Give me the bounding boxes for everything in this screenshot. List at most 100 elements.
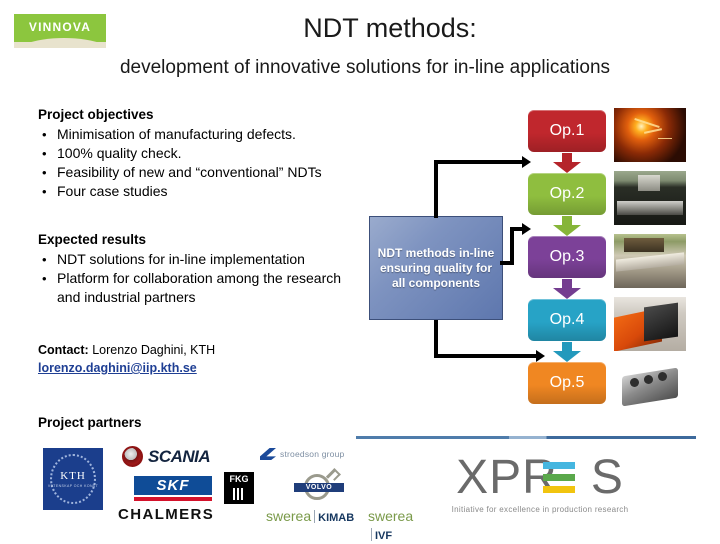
- contact-block: Contact: Lorenzo Daghini, KTH lorenzo.da…: [38, 342, 368, 377]
- op-arrow-3-to-4: [553, 279, 581, 299]
- photo-fill: [614, 108, 686, 162]
- swerea-ivf-logo-sub: IVF: [375, 530, 393, 542]
- partners-heading-block: Project partners: [38, 414, 368, 433]
- stroedson-mark-icon: [260, 448, 276, 460]
- scania-logo-text: SCANIA: [148, 447, 211, 466]
- machine-head: [624, 238, 664, 252]
- photo-fill: [614, 297, 686, 351]
- op-box-1-label: Op.1: [549, 122, 585, 139]
- op-box-2[interactable]: Op.2: [528, 173, 606, 215]
- page-title: NDT methods:: [303, 13, 477, 43]
- page-subtitle: development of innovative solutions for …: [119, 57, 611, 78]
- volvo-logo-text: VOLVO: [305, 484, 333, 491]
- op-arrow-2-to-3: [553, 216, 581, 236]
- op-arrow-1-to-2: [553, 153, 581, 173]
- photo-fill: [614, 171, 686, 225]
- ndt-center-box: NDT methods in-line ensuring quality for…: [369, 216, 503, 320]
- xpres-divider: [356, 436, 696, 439]
- skf-logo-text: SKF: [156, 477, 190, 494]
- list-item: • 100% quality check.: [38, 144, 388, 163]
- op-box-3[interactable]: Op.3: [528, 236, 606, 278]
- swerea-divider: [314, 510, 316, 523]
- xpres-wordmark: XPRES: [425, 454, 655, 502]
- spark: [643, 128, 663, 134]
- slide-root: VINNOVA NDT methods: development of inno…: [0, 0, 720, 542]
- kth-logo-sub: VETENSKAP OCH KONST: [47, 484, 99, 488]
- op-box-5-label: Op.5: [549, 374, 585, 391]
- list-item-label: Minimisation of manufacturing defects.: [57, 126, 296, 142]
- kth-logo: KTH VETENSKAP OCH KONST: [43, 448, 103, 510]
- objectives-list: • Minimisation of manufacturing defects. …: [38, 125, 388, 201]
- tool-head: [638, 175, 660, 191]
- spark: [658, 138, 672, 139]
- op-box-5[interactable]: Op.5: [528, 362, 606, 404]
- skf-logo: SKF: [134, 476, 212, 501]
- machine-bed-photo: [614, 234, 686, 288]
- op-arrow-4-to-5: [553, 342, 581, 362]
- list-item-label: Feasibility of new and “conventional” ND…: [57, 164, 322, 180]
- list-item: • Minimisation of manufacturing defects.: [38, 125, 388, 144]
- xpres-e-bars-icon: [543, 462, 575, 494]
- op-arrow-head: [553, 351, 581, 362]
- vinnova-logo: VINNOVA: [14, 14, 106, 48]
- xpres-logo: XPRES Initiative for excellence in produ…: [425, 454, 655, 515]
- partners-heading: Project partners: [38, 415, 142, 430]
- scania-logo: SCANIA: [122, 446, 252, 468]
- contact-label: Contact:: [38, 343, 89, 357]
- swerea-kimab-logo-sub: KIMAB: [318, 512, 355, 524]
- skf-blue-plate: SKF: [134, 476, 212, 495]
- stroedson-logo-text: stroedson group: [280, 449, 345, 459]
- connector-top-horizontal: [434, 160, 524, 164]
- op-arrow-head: [553, 288, 581, 299]
- list-item: • Platform for collaboration among the re…: [38, 269, 368, 307]
- connector-bottom-arrowhead: [536, 350, 545, 362]
- contact-person: Lorenzo Daghini, KTH: [92, 343, 216, 357]
- expected-results-block: Expected results • NDT solutions for in-l…: [38, 231, 368, 307]
- list-item-label: Platform for collaboration among the res…: [57, 270, 342, 305]
- engine-block-grey-photo: [614, 360, 686, 414]
- xpres-bar-cyan: [543, 462, 575, 469]
- photo-fill: [614, 234, 686, 288]
- list-item: • NDT solutions for in-line implementatio…: [38, 250, 368, 269]
- list-item: • Four case studies: [38, 182, 388, 201]
- swerea-ivf-logo-text: swerea: [368, 508, 414, 524]
- op-arrow-head: [553, 225, 581, 236]
- partner-logos: KTH VETENSKAP OCH KONST SCANIA stroedson…: [38, 440, 413, 542]
- machining-dark-photo: [614, 171, 686, 225]
- cylinder-bore: [658, 372, 667, 381]
- swerea-divider: [371, 528, 372, 541]
- connector-bottom-horizontal: [434, 354, 538, 358]
- list-item-label: Four case studies: [57, 183, 168, 199]
- op-box-4-label: Op.4: [549, 311, 585, 328]
- skf-red-bar: [134, 497, 212, 501]
- spark: [634, 118, 660, 128]
- kth-logo-text: KTH: [60, 470, 86, 482]
- connector-top-vertical: [434, 160, 438, 218]
- list-item-label: 100% quality check.: [57, 145, 182, 161]
- vinnova-base: [14, 42, 106, 48]
- volvo-band: VOLVO: [294, 483, 344, 492]
- engine-body: [622, 367, 678, 407]
- bullet-icon: •: [42, 271, 47, 286]
- foundry-casting-photo: [614, 108, 686, 162]
- connector-bottom-vertical: [434, 320, 438, 358]
- cylinder-bore: [630, 378, 639, 387]
- photo-fill: [614, 360, 686, 414]
- objectives-heading: Project objectives: [38, 107, 154, 122]
- bullet-icon: •: [42, 146, 47, 161]
- fkg-mark-icon: [233, 488, 245, 500]
- bullet-icon: •: [42, 184, 47, 199]
- op-box-4[interactable]: Op.4: [528, 299, 606, 341]
- cylinder-bore: [644, 375, 653, 384]
- op-box-2-label: Op.2: [549, 185, 585, 202]
- bullet-icon: •: [42, 165, 47, 180]
- vinnova-logo-text: VINNOVA: [28, 20, 92, 34]
- stroedson-group-logo: stroedson group: [260, 447, 380, 465]
- op-box-1[interactable]: Op.1: [528, 110, 606, 152]
- dark-casting: [644, 302, 678, 342]
- connector-top-arrowhead: [522, 156, 531, 168]
- contact-email-link[interactable]: lorenzo.daghini@iip.kth.se: [38, 360, 197, 377]
- engine-block-orange-photo: [614, 297, 686, 351]
- xpres-word-right: S: [590, 451, 624, 504]
- bullet-icon: •: [42, 127, 47, 142]
